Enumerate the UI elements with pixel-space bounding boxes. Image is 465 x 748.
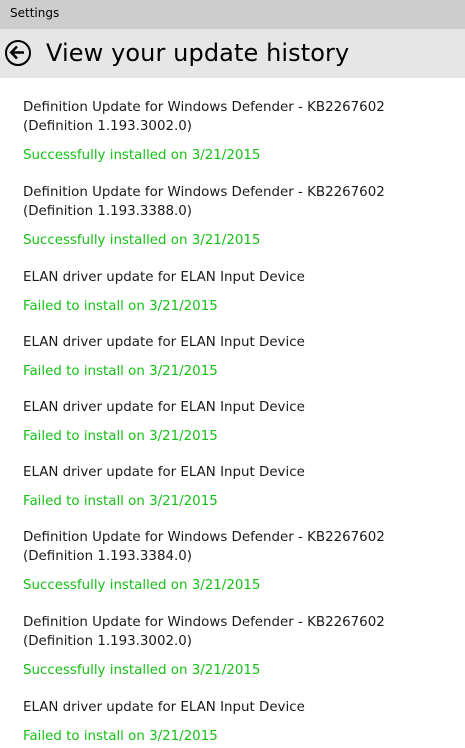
update-entry: ELAN driver update for ELAN Input Device… xyxy=(23,333,453,381)
update-status: Failed to install on 3/21/2015 xyxy=(23,494,218,509)
update-name[interactable]: ELAN driver update for ELAN Input Device xyxy=(23,698,453,717)
page-header: View your update history xyxy=(0,29,465,78)
update-entry: ELAN driver update for ELAN Input Device… xyxy=(23,463,453,511)
update-name[interactable]: Definition Update for Windows Defender -… xyxy=(23,183,453,221)
update-status: Successfully installed on 3/21/2015 xyxy=(23,233,261,248)
page-title: View your update history xyxy=(46,39,350,67)
update-name[interactable]: Definition Update for Windows Defender -… xyxy=(23,528,453,566)
update-status: Failed to install on 3/21/2015 xyxy=(23,429,218,444)
title-bar: Settings xyxy=(0,0,465,29)
update-entry: Definition Update for Windows Defender -… xyxy=(23,613,453,680)
update-status: Failed to install on 3/21/2015 xyxy=(23,364,218,379)
update-name[interactable]: ELAN driver update for ELAN Input Device xyxy=(23,333,453,352)
back-arrow-icon xyxy=(9,45,24,60)
update-status: Successfully installed on 3/21/2015 xyxy=(23,148,261,163)
update-name[interactable]: ELAN driver update for ELAN Input Device xyxy=(23,398,453,417)
window-title: Settings xyxy=(10,6,60,20)
update-status: Failed to install on 3/21/2015 xyxy=(23,729,218,744)
update-status: Failed to install on 3/21/2015 xyxy=(23,299,218,314)
back-button[interactable] xyxy=(5,40,31,66)
update-status: Successfully installed on 3/21/2015 xyxy=(23,663,261,678)
update-entry: Definition Update for Windows Defender -… xyxy=(23,183,453,250)
update-entry: Definition Update for Windows Defender -… xyxy=(23,98,453,165)
update-entry: ELAN driver update for ELAN Input Device… xyxy=(23,268,453,316)
update-name[interactable]: ELAN driver update for ELAN Input Device xyxy=(23,463,453,482)
update-status: Successfully installed on 3/21/2015 xyxy=(23,578,261,593)
update-name[interactable]: ELAN driver update for ELAN Input Device xyxy=(23,268,453,287)
update-entry: ELAN driver update for ELAN Input Device… xyxy=(23,398,453,446)
update-entry: ELAN driver update for ELAN Input Device… xyxy=(23,698,453,746)
update-name[interactable]: Definition Update for Windows Defender -… xyxy=(23,98,453,136)
update-name[interactable]: Definition Update for Windows Defender -… xyxy=(23,613,453,651)
update-entry: Definition Update for Windows Defender -… xyxy=(23,528,453,595)
